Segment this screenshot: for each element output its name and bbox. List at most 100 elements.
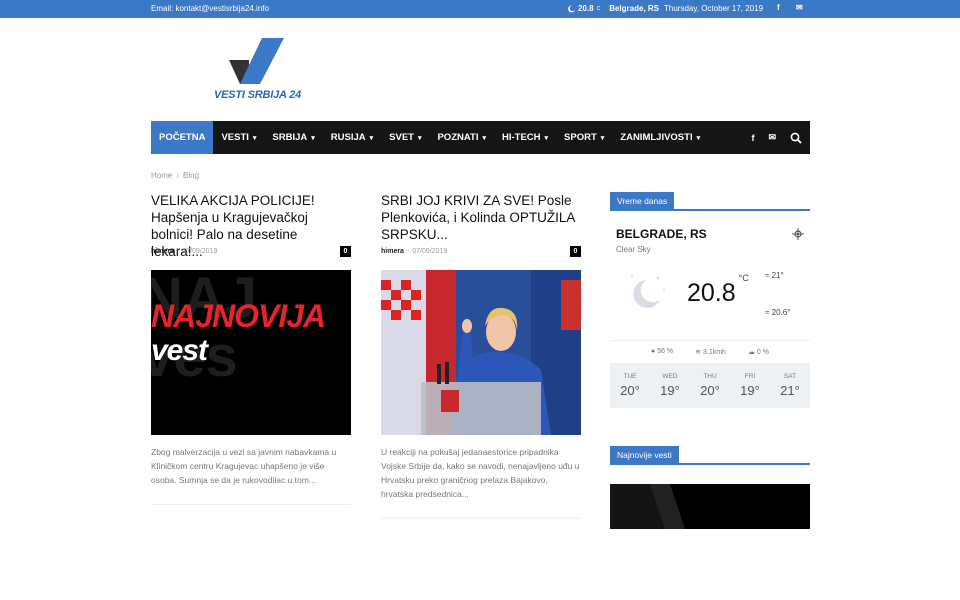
latest-news-thumbnail[interactable]: [610, 484, 810, 529]
forecast-day-name: SAT: [783, 373, 797, 380]
article-card: SRBI JOJ KRIVI ZA SVE! Posle Plenkovića,…: [381, 192, 581, 522]
topbar-date: Thursday, October 17, 2019: [664, 4, 764, 13]
weather-block-title: Vreme danas: [610, 191, 810, 211]
contact-email[interactable]: Email: kontakt@vestisrbija24.info: [151, 4, 269, 13]
block-title-label: Najnovije vesti: [610, 446, 679, 464]
logo-wordmark: VESTI SRBIJA 24: [214, 89, 302, 101]
night-clear-icon: [630, 274, 665, 308]
nav-item-srbija[interactable]: SRBIJA ▾: [264, 121, 322, 154]
article-date: 07/09/2019: [412, 248, 448, 255]
nav-label: POČETNA: [159, 132, 206, 143]
temp-low: ≈ 20.6°: [765, 308, 790, 317]
comment-count-badge[interactable]: 0: [570, 246, 581, 257]
thumb-headline: NAJNOVIJA: [151, 298, 326, 334]
article-meta: himera -07/09/2019 0: [381, 246, 581, 257]
article-meta: himera -17/09/2019 0: [151, 246, 351, 257]
chevron-down-icon: ▾: [417, 134, 422, 142]
weather-stats: ● 56 % ≋ 3.1kmh ☁ 0 %: [610, 340, 810, 362]
forecast-row: TUE 20° WED 19° THU 20° FRI 19° SAT 21°: [610, 363, 810, 408]
forecast-day: TUE 20°: [610, 363, 650, 408]
divider: [151, 504, 351, 505]
temp-unit-letter: C: [742, 272, 749, 283]
latest-news-block-title: Najnovije vesti: [610, 445, 810, 465]
search-icon[interactable]: [790, 132, 802, 144]
nav-label: ZANIMLJIVOSTI: [620, 132, 693, 143]
nav-item-svet[interactable]: SVET ▾: [381, 121, 429, 154]
divider: [381, 518, 581, 519]
moon-icon: [568, 4, 575, 12]
nav-label: HI-TECH: [501, 132, 541, 143]
top-bar: Email: kontakt@vestisrbija24.info 20.8 C …: [0, 0, 960, 18]
chevron-down-icon: ▾: [369, 134, 374, 142]
nav-item-rusija[interactable]: RUSIJA ▾: [323, 121, 381, 154]
breadcrumb-separator: ›: [176, 171, 180, 180]
temp-unit: °C: [739, 273, 749, 283]
chevron-down-icon: ▾: [696, 134, 701, 142]
nav-item-poznati[interactable]: POZNATI ▾: [429, 121, 494, 154]
forecast-day: FRI 19°: [730, 363, 770, 408]
nav-label: VESTI: [221, 132, 249, 143]
chevron-up-icon: ≈: [765, 271, 770, 280]
wind-stat: ≋ 3.1kmh: [695, 348, 726, 356]
comment-count-badge[interactable]: 0: [340, 246, 351, 257]
chevron-down-icon: ▾: [544, 134, 549, 142]
nav-item-zanimljivosti[interactable]: ZANIMLJIVOSTI ▾: [612, 121, 708, 154]
site-logo[interactable]: VESTI SRBIJA 24: [214, 38, 304, 104]
article-excerpt: Zbog malverzacija u vezi sa javnim nabav…: [151, 447, 337, 485]
mail-icon[interactable]: ✉: [796, 3, 803, 12]
forecast-temp: 19°: [660, 383, 680, 398]
breadcrumb-current: Blog: [183, 171, 200, 180]
wind-value: 3.1kmh: [703, 348, 726, 356]
article-date: 17/09/2019: [182, 248, 218, 255]
article-card: VELIKA AKCIJA POLICIJE! Hapšenja u Kragu…: [151, 192, 351, 512]
nav-label: SVET: [389, 132, 414, 143]
weather-description: Clear Sky: [616, 245, 651, 254]
topbar-weather: 20.8 C Belgrade, RS: [568, 4, 659, 13]
humidity-value: 56 %: [657, 348, 674, 355]
forecast-day-name: WED: [662, 373, 678, 380]
facebook-icon[interactable]: f: [751, 133, 754, 143]
block-title-label: Vreme danas: [610, 192, 675, 210]
mail-icon[interactable]: ✉: [768, 132, 776, 143]
weather-widget: BELGRADE, RS Clear Sky 20.8°C ≈ 21° ≈ 20…: [610, 214, 810, 408]
chevron-down-icon: ▾: [252, 134, 257, 142]
meta-separator: -: [176, 248, 180, 255]
president-photo: [381, 270, 581, 435]
nav-item-sport[interactable]: SPORT ▾: [556, 121, 612, 154]
article-thumbnail[interactable]: [381, 270, 581, 435]
article-thumbnail[interactable]: NAJ ves NAJNOVIJA vest: [151, 270, 351, 435]
nav-label: RUSIJA: [330, 132, 366, 143]
location-icon[interactable]: [792, 228, 804, 240]
forecast-day: WED 19°: [650, 363, 690, 408]
thumb-graphic: [610, 484, 685, 529]
forecast-temp: 21°: [780, 383, 800, 398]
temp-value: 20.8: [687, 279, 736, 307]
forecast-day-name: THU: [703, 373, 717, 380]
forecast-day-name: FRI: [744, 373, 756, 380]
breadcrumb: Home › Blog: [151, 171, 199, 180]
facebook-icon[interactable]: f: [777, 3, 780, 12]
nav-item-vesti[interactable]: VESTI ▾: [213, 121, 264, 154]
nav-right-icons: f ✉: [751, 121, 802, 154]
chevron-down-icon: ▾: [600, 134, 605, 142]
wind-icon: ≋: [695, 348, 702, 356]
forecast-temp: 20°: [700, 383, 720, 398]
nav-item-hi-tech[interactable]: HI-TECH ▾: [494, 121, 556, 154]
nav-label: POZNATI: [437, 132, 479, 143]
article-author[interactable]: himera: [381, 248, 404, 255]
clouds-value: 0 %: [756, 348, 769, 356]
forecast-day-name: TUE: [623, 373, 637, 380]
nav-label: SRBIJA: [272, 132, 308, 143]
article-author[interactable]: himera: [151, 248, 174, 255]
topbar-temp: 20.8: [578, 4, 594, 13]
thumb-subline: vest: [151, 334, 208, 367]
nav-label: SPORT: [564, 132, 597, 143]
nav-item-pocetna[interactable]: POČETNA: [151, 121, 214, 154]
forecast-temp: 19°: [740, 383, 760, 398]
breadcrumb-home[interactable]: Home: [151, 171, 172, 180]
chevron-down-icon: ▾: [482, 134, 486, 142]
topbar-city: Belgrade, RS: [609, 4, 659, 13]
article-title[interactable]: SRBI JOJ KRIVI ZA SVE! Posle Plenkovića,…: [381, 192, 581, 243]
temp-high-value: 21°: [771, 271, 784, 280]
forecast-temp: 20°: [620, 383, 640, 398]
